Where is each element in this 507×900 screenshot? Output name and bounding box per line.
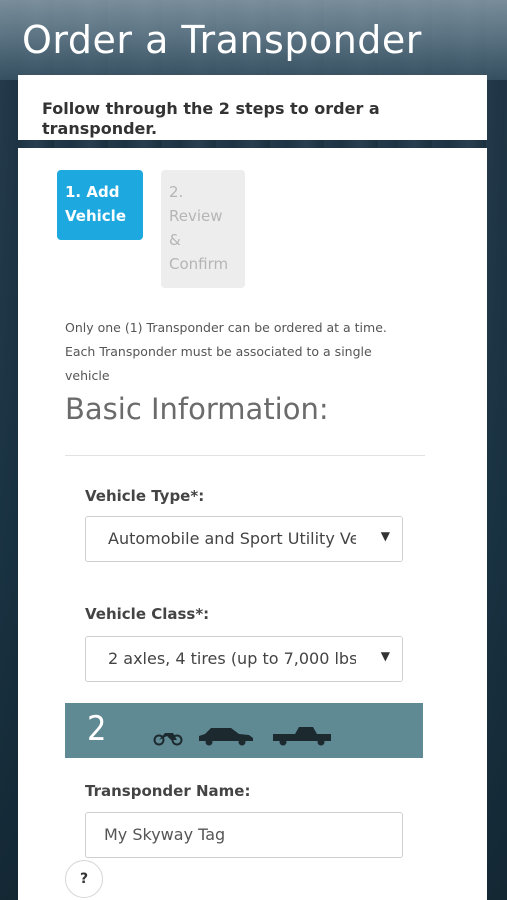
car-icon <box>199 728 253 746</box>
help-button[interactable]: ? <box>65 860 103 898</box>
form-panel: 1. Add Vehicle 2. Review & Confirm Only … <box>18 148 487 900</box>
vehicle-class-select[interactable]: 2 axles, 4 tires (up to 7,000 lbs) ▼ <box>85 636 403 682</box>
step-label-line: 2. <box>169 183 184 201</box>
step-label-line: 1. Add <box>65 183 120 201</box>
vehicle-class-icons <box>153 727 331 746</box>
pickup-truck-icon <box>273 727 331 746</box>
vehicle-class-value: 2 axles, 4 tires (up to 7,000 lbs) <box>108 649 364 668</box>
transponder-name-input[interactable]: My Skyway Tag <box>85 812 403 858</box>
vehicle-type-select[interactable]: Automobile and Sport Utility Vehicles ▼ <box>85 516 403 562</box>
vehicle-class-banner: 2 <box>65 703 423 758</box>
chevron-down-icon: ▼ <box>380 529 390 543</box>
order-notice: Only one (1) Transponder can be ordered … <box>65 316 435 388</box>
step-add-vehicle[interactable]: 1. Add Vehicle <box>57 170 143 240</box>
intro-line: Follow through the 2 steps to order a <box>42 99 380 118</box>
intro-line: transponder. <box>42 119 158 138</box>
step-review-confirm[interactable]: 2. Review & Confirm <box>161 170 245 288</box>
motorcycle-icon <box>153 733 183 746</box>
transponder-name-label: Transponder Name: <box>85 782 251 800</box>
section-divider <box>65 455 425 456</box>
axle-count: 2 <box>87 709 107 749</box>
vehicle-type-label: Vehicle Type*: <box>85 487 205 505</box>
notice-line: Only one (1) Transponder can be ordered … <box>65 320 387 335</box>
step-label-line: Vehicle <box>65 207 126 225</box>
transponder-name-value: My Skyway Tag <box>104 825 226 844</box>
chevron-down-icon: ▼ <box>380 649 390 663</box>
select-arrow-area <box>356 517 402 561</box>
step-label-line: Confirm <box>169 255 229 273</box>
step-label-line: Review <box>169 207 223 225</box>
notice-line: Each Transponder must be associated to a… <box>65 344 372 359</box>
select-arrow-area <box>356 637 402 681</box>
section-title: Basic Information: <box>65 392 329 426</box>
notice-line: vehicle <box>65 368 110 383</box>
step-label-line: & <box>169 231 181 249</box>
intro-box: Follow through the 2 steps to order a tr… <box>18 75 487 140</box>
page-title: Order a Transponder <box>22 18 422 62</box>
vehicle-class-label: Vehicle Class*: <box>85 605 210 623</box>
intro-text: Follow through the 2 steps to order a tr… <box>42 99 462 139</box>
